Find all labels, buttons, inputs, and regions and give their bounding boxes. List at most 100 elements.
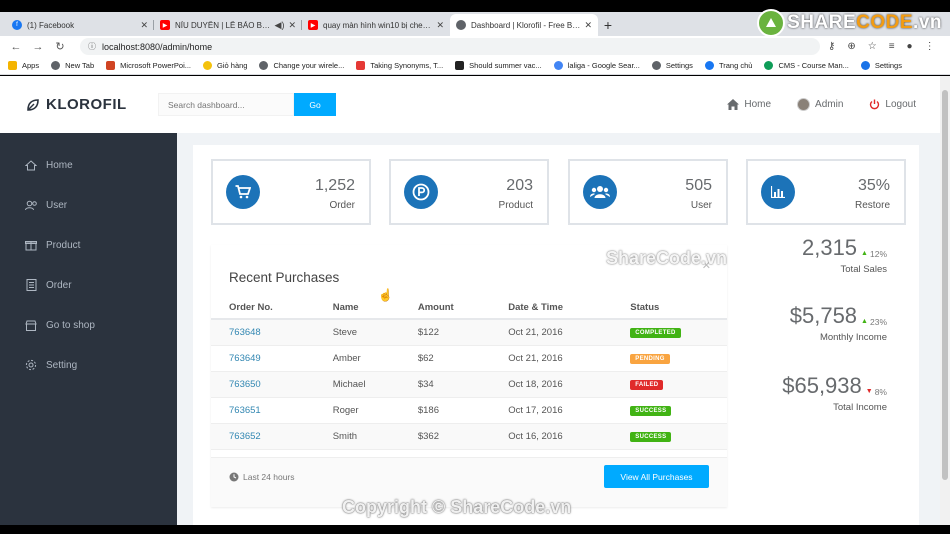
home-icon xyxy=(727,99,740,110)
table-cell: 763651 xyxy=(211,397,315,424)
date-time: Oct 18, 2016 xyxy=(508,378,563,390)
address-bar[interactable]: ⓘ localhost:8080/admin/home xyxy=(80,38,820,55)
bookmark-item[interactable]: Taking Synonyms, T... xyxy=(356,61,443,70)
sidebar-item-order[interactable]: Order xyxy=(0,265,177,305)
close-tab-icon[interactable]: ✕ xyxy=(436,20,444,31)
tab-title: Dashboard | Klorofil - Free Boots xyxy=(471,20,581,30)
browser-tab-active[interactable]: Dashboard | Klorofil - Free Boots ✕ xyxy=(450,14,598,36)
browser-tab[interactable]: ▶ quay màn hình win10 bị che - Yo ✕ xyxy=(302,14,450,36)
table-cell: 763652 xyxy=(211,423,315,450)
search-input[interactable] xyxy=(158,93,294,116)
amount: $186 xyxy=(417,404,439,416)
table-cell: $34 xyxy=(399,371,491,398)
mouse-cursor-icon: ☝ xyxy=(378,288,393,302)
table-cell: SUCCESS xyxy=(612,423,727,450)
brand-logo[interactable]: KLOROFIL xyxy=(26,96,158,113)
table-cell: 763649 xyxy=(211,345,315,372)
stat-label: Order xyxy=(329,200,355,211)
stat-label: Restore xyxy=(854,200,890,211)
tab-title: NỈU DUYÊN | LÊ BẢO BÌNH | xyxy=(175,20,271,30)
globe-icon xyxy=(51,61,61,70)
forward-icon[interactable]: → xyxy=(30,41,46,53)
gear-icon xyxy=(860,61,870,70)
stat-value: 203 xyxy=(506,177,533,194)
sidebar-item-user[interactable]: User xyxy=(0,185,177,225)
bookmark-item[interactable]: laliga - Google Sear... xyxy=(553,61,640,70)
panel-title: Recent Purchases xyxy=(229,270,340,285)
metric-label: Monthly Income xyxy=(819,332,887,343)
order-link[interactable]: 763650 xyxy=(229,379,261,390)
order-link[interactable]: 763652 xyxy=(229,431,261,442)
browser-tab[interactable]: ▶ NỈU DUYÊN | LÊ BẢO BÌNH | ◀) ✕ xyxy=(154,14,302,36)
browser-tab[interactable]: f (1) Facebook ✕ xyxy=(6,14,154,36)
table-cell: SUCCESS xyxy=(612,397,727,424)
sidebar-item-product[interactable]: Product xyxy=(0,225,177,265)
reading-list-icon[interactable]: ≡ xyxy=(889,41,895,52)
users-icon xyxy=(24,200,38,211)
customer-name: Amber xyxy=(332,352,361,364)
table-cell: COMPLETED xyxy=(612,319,727,346)
metric-label: Total Sales xyxy=(840,264,887,275)
scrollbar-thumb[interactable] xyxy=(942,90,948,480)
url-text: localhost:8080/admin/home xyxy=(102,41,213,52)
cms-icon xyxy=(764,61,774,70)
close-tab-icon[interactable]: ✕ xyxy=(288,20,296,31)
bookmark-item[interactable]: Trang chủ xyxy=(704,61,752,70)
nav-home-link[interactable]: Home xyxy=(727,99,771,110)
order-link[interactable]: 763648 xyxy=(229,327,261,338)
customer-name: Smith xyxy=(332,430,357,442)
sidebar-item-home[interactable]: Home xyxy=(0,145,177,185)
info-icon[interactable]: ⓘ xyxy=(88,41,96,52)
product-p-icon xyxy=(404,175,438,209)
bookmark-item[interactable]: CMS - Course Man... xyxy=(764,61,849,70)
order-link[interactable]: 763649 xyxy=(229,353,261,364)
bookmark-item[interactable]: Change your wirele... xyxy=(259,61,344,70)
close-tab-icon[interactable]: ✕ xyxy=(584,20,592,31)
menu-icon[interactable]: ⋮ xyxy=(925,41,935,52)
order-link[interactable]: 763651 xyxy=(229,405,261,416)
page-scrollbar[interactable] xyxy=(940,76,950,525)
amount: $34 xyxy=(417,378,434,390)
watermark-bottom: Copyright © ShareCode.vn xyxy=(342,497,572,517)
stat-card-order: 1,252 Order xyxy=(211,159,371,225)
purchases-table: Order No. Name Amount Date & Time Status… xyxy=(211,297,727,450)
table-cell: Michael xyxy=(314,371,400,398)
search-go-button[interactable]: Go xyxy=(294,93,336,116)
clock-icon xyxy=(229,472,239,482)
bookmark-item[interactable]: New Tab xyxy=(51,61,94,70)
star-icon[interactable]: ☆ xyxy=(868,41,877,52)
sidebar-item-setting[interactable]: Setting xyxy=(0,345,177,385)
new-tab-button[interactable]: + xyxy=(598,14,618,36)
bookmark-item[interactable]: Apps xyxy=(8,61,39,70)
column-header: Order No. xyxy=(211,297,315,320)
speaker-icon[interactable]: ◀) xyxy=(275,20,285,31)
bookmark-item[interactable]: Giỏ hàng xyxy=(203,61,247,70)
bookmark-item[interactable]: Microsoft PowerPoi... xyxy=(106,61,191,70)
metric-change: ▲ 23% xyxy=(861,316,887,327)
view-all-purchases-button[interactable]: View All Purchases xyxy=(604,465,709,488)
status-badge: PENDING xyxy=(630,354,670,364)
bookmark-item[interactable]: Settings xyxy=(651,61,693,70)
sharecode-logo: SHARE CODE .vn xyxy=(757,8,942,38)
reload-icon[interactable]: ↻ xyxy=(52,40,68,53)
zoom-icon[interactable]: ⊕ xyxy=(847,41,855,52)
sidebar-item-go-to-shop[interactable]: Go to shop xyxy=(0,305,177,345)
column-header: Amount xyxy=(399,297,491,320)
key-icon[interactable]: ⚷ xyxy=(828,41,835,52)
purchases-table-body: 763648 Steve $122 Oct 21, 2016 COMPLETED 7636… xyxy=(211,319,727,450)
bookmark-item[interactable]: Should summer vac... xyxy=(455,61,542,70)
status-badge: FAILED xyxy=(630,380,664,390)
table-row: 763652 Smith $362 Oct 16, 2016 SUCCESS xyxy=(211,423,727,450)
table-cell: Steve xyxy=(314,319,400,346)
metric-value: 2,315 xyxy=(801,235,858,260)
back-icon[interactable]: ← xyxy=(8,41,24,53)
tab-title: (1) Facebook xyxy=(27,20,75,30)
table-cell: Oct 18, 2016 xyxy=(490,371,613,398)
caret-up-icon: ▲ xyxy=(861,318,868,325)
admin-menu[interactable]: Admin xyxy=(797,98,843,111)
bookmark-item[interactable]: Settings xyxy=(860,61,902,70)
profile-icon[interactable]: ● xyxy=(907,41,913,52)
logout-link[interactable]: Logout xyxy=(869,99,916,110)
close-tab-icon[interactable]: ✕ xyxy=(140,20,148,31)
table-cell: $186 xyxy=(399,397,491,424)
